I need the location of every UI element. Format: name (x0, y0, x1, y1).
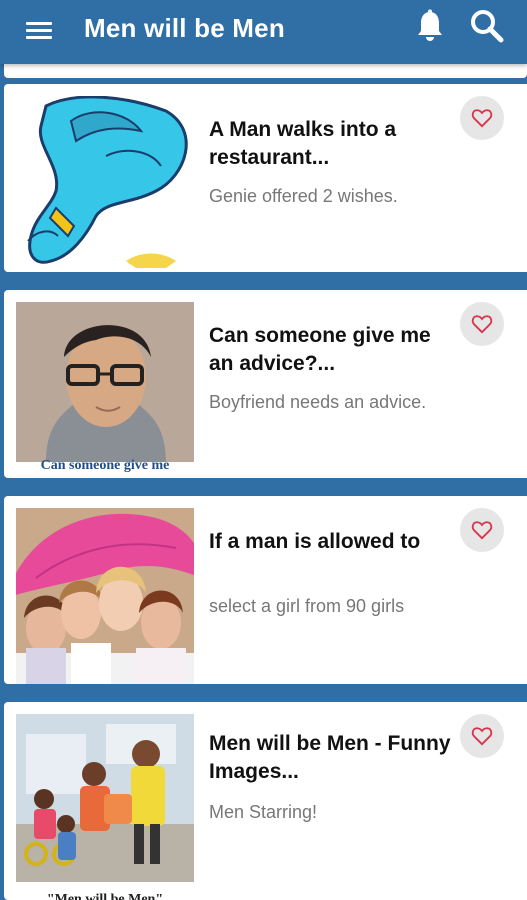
menu-icon[interactable] (22, 14, 56, 48)
heart-outline-icon (471, 315, 493, 334)
post-image-genie[interactable] (16, 96, 194, 272)
post-title[interactable]: If a man is allowed to (209, 528, 459, 556)
favorite-button[interactable] (460, 508, 504, 552)
post-image-kids[interactable]: "Men will be Men" (16, 714, 194, 900)
post-subtitle: select a girl from 90 girls (209, 596, 405, 616)
heart-outline-icon (471, 109, 493, 128)
post-card[interactable]: "Men will be Men" Men will be Men - Funn… (4, 702, 527, 900)
image-caption: "Men will be Men" (46, 892, 164, 900)
favorite-button[interactable] (460, 96, 504, 140)
post-subtitle: Men Starring! (209, 802, 318, 822)
post-title[interactable]: A Man walks into a restaurant... (209, 116, 459, 172)
app-title: Men will be Men (84, 13, 285, 43)
previous-card-edge (4, 64, 527, 78)
post-subtitle: Boyfriend needs an advice. (209, 392, 427, 412)
bell-icon[interactable] (414, 8, 446, 44)
post-image-pink-umbrella[interactable] (16, 508, 194, 684)
post-subtitle: Genie offered 2 wishes. (209, 186, 398, 206)
post-title[interactable]: Men will be Men - Funny Images... (209, 730, 459, 786)
favorite-button[interactable] (460, 714, 504, 758)
app-bar: Men will be Men (0, 0, 527, 64)
heart-outline-icon (471, 727, 493, 746)
search-icon[interactable] (469, 8, 505, 44)
heart-outline-icon (471, 521, 493, 540)
post-card[interactable]: If a man is allowed to select a girl fro… (4, 496, 527, 684)
post-card[interactable]: Can someone give me Can someone give me … (4, 290, 527, 478)
post-card[interactable]: A Man walks into a restaurant... Genie o… (4, 84, 527, 272)
post-feed[interactable]: A Man walks into a restaurant... Genie o… (0, 64, 527, 900)
favorite-button[interactable] (460, 302, 504, 346)
post-image-young-man[interactable]: Can someone give me (16, 302, 194, 478)
image-caption: Can someone give me (40, 458, 170, 473)
post-title[interactable]: Can someone give me an advice?... (209, 322, 459, 378)
